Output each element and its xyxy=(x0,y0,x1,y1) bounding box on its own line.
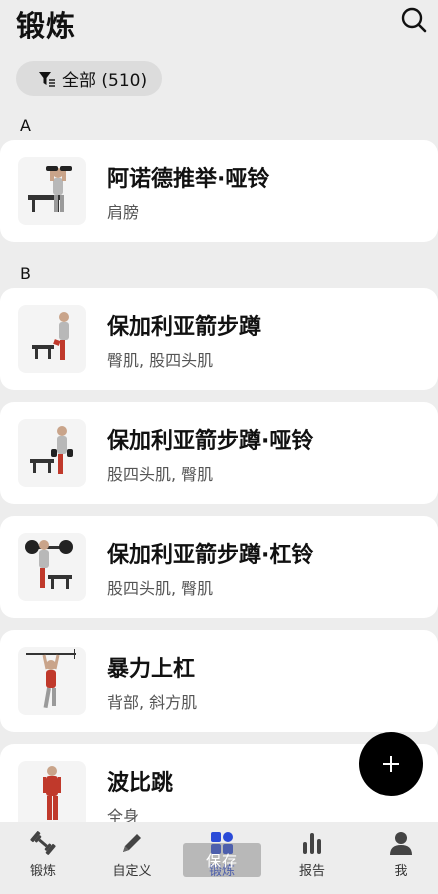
burpee-icon xyxy=(18,761,86,829)
exercise-card[interactable]: 暴力上杠 背部, 斜方肌 xyxy=(0,630,438,732)
plus-icon xyxy=(383,756,399,772)
exercise-card[interactable]: 保加利亚箭步蹲·哑铃 股四头肌, 臀肌 xyxy=(0,402,438,504)
search-icon xyxy=(401,7,427,33)
muscle-up-icon xyxy=(18,647,86,715)
exercise-name: 保加利亚箭步蹲·哑铃 xyxy=(107,429,314,454)
exercise-card[interactable]: 保加利亚箭步蹲·杠铃 股四头肌, 臀肌 xyxy=(0,516,438,618)
exercise-name: 保加利亚箭步蹲 xyxy=(107,315,262,340)
section-header-a: A xyxy=(20,116,31,135)
tab-workout[interactable]: 锻炼 xyxy=(12,822,74,884)
dumbbell-icon xyxy=(30,831,56,855)
tab-label: 锻炼 xyxy=(29,864,56,879)
exercise-card[interactable]: 保加利亚箭步蹲 臀肌, 股四头肌 xyxy=(0,288,438,390)
tab-label: 报告 xyxy=(298,864,325,879)
tab-me[interactable]: 我 xyxy=(370,822,432,884)
exercise-muscles: 肩膀 xyxy=(107,203,140,222)
add-exercise-button[interactable] xyxy=(359,732,423,796)
barbell-split-squat-icon xyxy=(18,533,86,601)
dumbbell-split-squat-icon xyxy=(18,419,86,487)
exercise-muscles: 股四头肌, 臀肌 xyxy=(107,465,214,484)
exercise-name: 暴力上杠 xyxy=(107,657,196,682)
filter-icon xyxy=(39,71,55,87)
search-button[interactable] xyxy=(400,6,428,34)
exercise-muscles: 股四头肌, 臀肌 xyxy=(107,579,214,598)
filter-chip[interactable]: 全部 (510) xyxy=(16,61,162,96)
exercise-name: 阿诺德推举·哑铃 xyxy=(107,167,270,192)
tab-report[interactable]: 报告 xyxy=(281,822,343,884)
pencil-icon xyxy=(123,834,141,852)
bar-chart-icon xyxy=(303,833,321,854)
exercise-muscles: 臀肌, 股四头肌 xyxy=(107,351,214,370)
user-icon xyxy=(390,832,412,855)
section-header-b: B xyxy=(20,264,31,283)
tab-label: 我 xyxy=(394,864,408,879)
dumbbell-press-icon xyxy=(18,157,86,225)
split-squat-icon xyxy=(18,305,86,373)
filter-label: 全部 (510) xyxy=(62,71,148,91)
exercise-name: 波比跳 xyxy=(107,771,174,796)
exercise-card[interactable]: 阿诺德推举·哑铃 肩膀 xyxy=(0,140,438,242)
tab-custom[interactable]: 自定义 xyxy=(101,822,163,884)
save-button[interactable]: 保存 xyxy=(183,843,261,877)
tab-label: 自定义 xyxy=(112,864,152,879)
header: 锻炼 xyxy=(0,0,438,44)
exercise-name: 保加利亚箭步蹲·杠铃 xyxy=(107,543,314,568)
exercise-muscles: 背部, 斜方肌 xyxy=(107,693,198,712)
page-title: 锻炼 xyxy=(16,9,77,43)
